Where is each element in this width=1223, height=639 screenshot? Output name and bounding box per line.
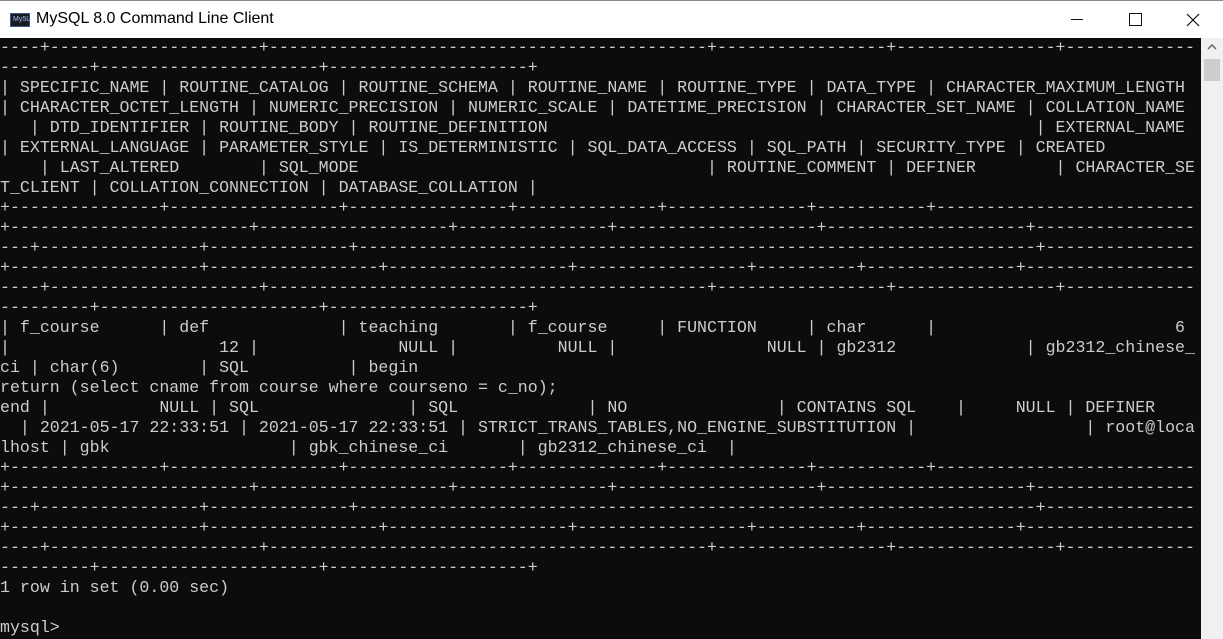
table-border-line: ---------+----------------------+-------… (0, 558, 538, 577)
table-border-line: ---+----------------+--------------+----… (0, 238, 1195, 257)
console-line: end | NULL | SQL | SQL | NO | CONTAINS S… (0, 398, 1201, 417)
table-border-line: ----+---------------------+-------------… (0, 538, 1195, 557)
table-border-line: +-------------------+-----------------+-… (0, 518, 1195, 537)
maximize-button[interactable] (1106, 1, 1164, 38)
console-line: | 2021-05-17 22:33:51 | 2021-05-17 22:33… (0, 418, 1195, 437)
console-line: | EXTERNAL_LANGUAGE | PARAMETER_STYLE | … (0, 138, 1195, 157)
vertical-scrollbar[interactable] (1201, 38, 1223, 639)
console-line: | CHARACTER_OCTET_LENGTH | NUMERIC_PRECI… (0, 98, 1195, 117)
console-line: lhost | gbk | gbk_chinese_ci | gb2312_ch… (0, 438, 737, 457)
table-border-line: ----+---------------------+-------------… (0, 38, 1195, 57)
console-line: | DTD_IDENTIFIER | ROUTINE_BODY | ROUTIN… (0, 118, 1195, 137)
minimize-button[interactable] (1048, 1, 1106, 38)
title-bar: My5L MySQL 8.0 Command Line Client (0, 0, 1223, 38)
mysql-prompt[interactable]: mysql> (0, 618, 1201, 638)
table-border-line: ---------+----------------------+-------… (0, 298, 538, 317)
window-title: MySQL 8.0 Command Line Client (36, 10, 274, 27)
minimize-icon (1071, 19, 1083, 20)
close-button[interactable] (1164, 1, 1222, 38)
mysql-app-icon: My5L (10, 13, 30, 27)
chevron-up-icon (1207, 44, 1217, 50)
console-line: ci | char(6) | SQL | begin (0, 358, 419, 377)
console-line: T_CLIENT | COLLATION_CONNECTION | DATABA… (0, 178, 538, 197)
console-line: | SPECIFIC_NAME | ROUTINE_CATALOG | ROUT… (0, 78, 1195, 97)
scroll-thumb[interactable] (1204, 59, 1220, 81)
scroll-up-button[interactable] (1201, 38, 1223, 56)
table-border-line: ----+---------------------+-------------… (0, 278, 1195, 297)
console-line: | LAST_ALTERED | SQL_MODE | ROUTINE_COMM… (0, 158, 1195, 177)
table-border-line: +-------------------+-----------------+-… (0, 258, 1195, 277)
console-output[interactable]: ----+---------------------+-------------… (0, 38, 1201, 639)
table-border-line: +------------------------+--------------… (0, 478, 1195, 497)
table-border-line: +------------------------+--------------… (0, 218, 1195, 237)
close-icon (1186, 13, 1200, 26)
console-line: return (select cname from course where c… (0, 378, 558, 397)
app-icon-label: My5L (13, 16, 31, 23)
console-line: | f_course | def | teaching | f_course |… (0, 318, 1195, 337)
table-border-line: ---------+----------------------+-------… (0, 58, 538, 77)
table-border-line: +---------------+-----------------+-----… (0, 198, 1195, 217)
result-summary: 1 row in set (0.00 sec) (0, 578, 230, 597)
table-border-line: +---------------+-----------------+-----… (0, 458, 1195, 477)
console-line: | 12 | NULL | NULL | NULL | gb2312 | gb2… (0, 338, 1195, 357)
table-border-line: ---+----------------+--------------+----… (0, 498, 1195, 517)
maximize-icon (1128, 13, 1142, 26)
